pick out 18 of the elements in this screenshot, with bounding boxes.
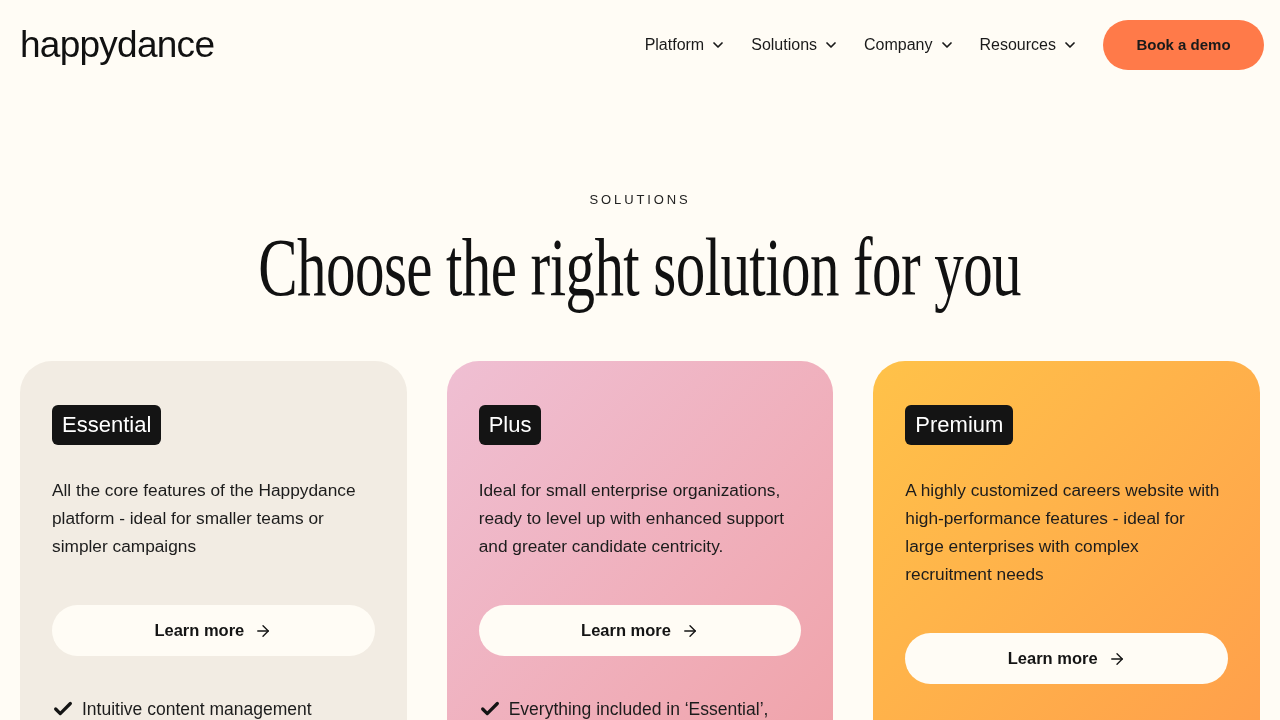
section-eyebrow: SOLUTIONS (589, 192, 691, 208)
nav-menu-item[interactable]: Company (864, 33, 955, 57)
logo[interactable]: happydance (20, 25, 215, 63)
book-demo-button[interactable]: Book a demo (1103, 20, 1264, 70)
nav-menu-item[interactable]: Resources (979, 33, 1078, 57)
plan-description: A highly customized careers website with high-performance features - ideal for large enterprises with complex recruitment needs (905, 479, 1221, 586)
plan-name-label: Plus (478, 405, 542, 445)
learn-more-button[interactable]: Learn more (905, 633, 1228, 684)
learn-more-button[interactable]: Learn more (52, 605, 375, 656)
feature-text: Everything included in ‘Essential’, (508, 699, 769, 719)
plan-description: All the core features of the Happydance platform - ideal for smaller teams or simpler campaigns (52, 479, 357, 558)
plan-name-label: Essential (52, 405, 162, 445)
plan-name-label: Premium (905, 405, 1014, 445)
learn-more-button[interactable]: Learn more (478, 605, 802, 656)
feature-text: Intuitive content management (82, 699, 312, 719)
nav-menu-item[interactable]: Platform (644, 33, 727, 57)
nav-menu-item[interactable]: Solutions (751, 33, 840, 57)
plan-description: Ideal for small enterprise organizations, ready to level up with enhanced support and greater candidate centricity. (478, 479, 786, 558)
